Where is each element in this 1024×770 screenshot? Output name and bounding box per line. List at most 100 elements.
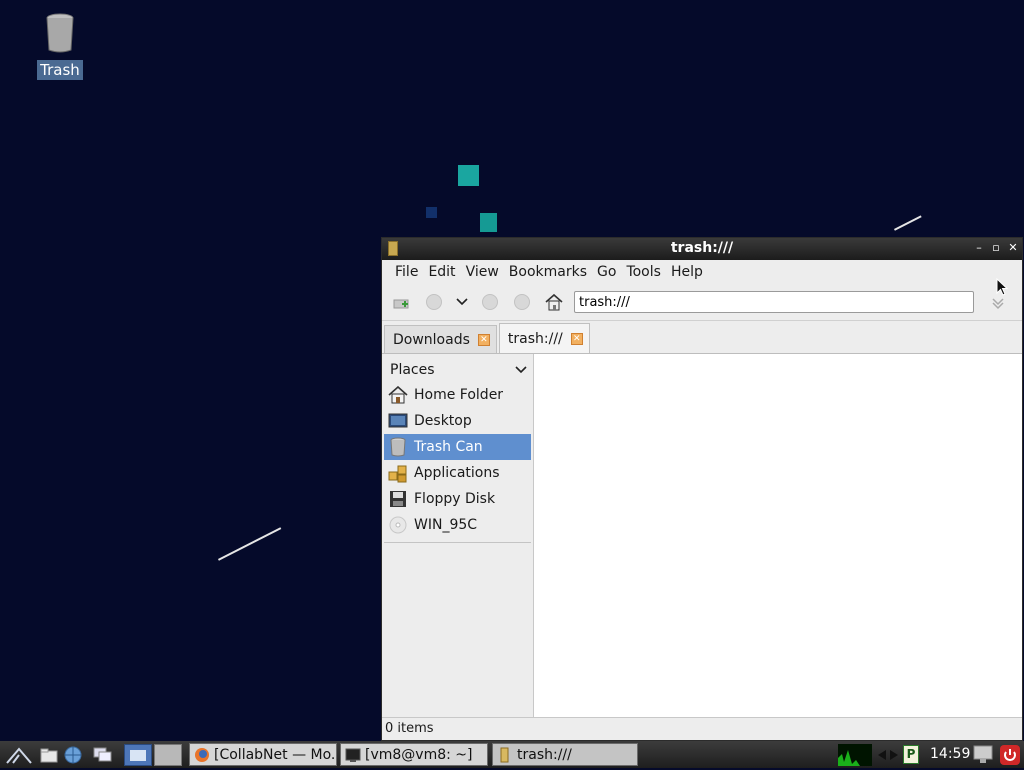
desktop-decor-square xyxy=(458,165,479,186)
content-area: Places Home Folder Desktop Trash Can App… xyxy=(382,354,1022,718)
start-menu-button[interactable] xyxy=(4,744,34,766)
keyboard-layout-tray[interactable]: P xyxy=(903,745,919,764)
forward-button[interactable] xyxy=(476,288,504,316)
go-arrow-icon xyxy=(992,298,1004,310)
menu-edit[interactable]: Edit xyxy=(423,264,460,280)
screen-lock-tray[interactable] xyxy=(973,745,993,764)
history-dropdown-button[interactable] xyxy=(452,288,472,316)
tab-close-icon[interactable]: ✕ xyxy=(477,333,490,346)
new-tab-icon xyxy=(393,299,409,309)
lxde-menu-icon xyxy=(6,747,32,764)
network-icon xyxy=(878,750,898,760)
terminal-icon xyxy=(345,748,361,762)
back-button[interactable] xyxy=(420,288,448,316)
cpu-graph-icon xyxy=(838,750,860,766)
address-bar-input[interactable] xyxy=(574,291,974,313)
task-button-terminal[interactable]: [vm8@vm8: ~] xyxy=(340,743,488,766)
sidebar-item-home-folder[interactable]: Home Folder xyxy=(384,382,531,408)
sidebar-item-label: Desktop xyxy=(414,413,472,429)
sidebar-item-label: Home Folder xyxy=(414,387,504,403)
chevron-down-icon xyxy=(515,366,527,374)
tab-label: trash:/// xyxy=(507,330,563,347)
sidebar-item-desktop[interactable]: Desktop xyxy=(384,408,531,434)
up-icon xyxy=(514,294,530,310)
power-icon xyxy=(1004,749,1016,761)
chevron-down-icon xyxy=(456,298,468,306)
sidebar-item-applications[interactable]: Applications xyxy=(384,460,531,486)
desktop-decor-line xyxy=(894,215,922,231)
desktop-pager-2[interactable] xyxy=(154,744,182,766)
firefox-icon xyxy=(195,747,209,762)
desktop-trash-label: Trash xyxy=(37,60,83,80)
logout-button[interactable] xyxy=(1000,745,1020,765)
workspace-thumb xyxy=(130,749,146,761)
sidebar-item-label: Trash Can xyxy=(414,439,483,455)
monitor-icon xyxy=(973,745,993,763)
up-button[interactable] xyxy=(508,288,536,316)
sidebar-divider xyxy=(384,542,531,543)
menu-view[interactable]: View xyxy=(461,264,504,280)
sidebar-header-label: Places xyxy=(390,362,435,378)
task-button-firefox[interactable]: [CollabNet — Mo... xyxy=(189,743,337,766)
menu-help[interactable]: Help xyxy=(666,264,708,280)
floppy-disk-icon xyxy=(388,489,408,509)
home-button[interactable] xyxy=(540,288,568,316)
home-icon xyxy=(545,293,563,311)
tab-trash[interactable]: trash:/// ✕ xyxy=(498,323,590,353)
task-button-file-manager[interactable]: trash:/// xyxy=(492,743,638,766)
menubar: File Edit View Bookmarks Go Tools Help xyxy=(382,260,1022,284)
browser-launcher[interactable] xyxy=(62,744,84,766)
sidebar-item-label: Applications xyxy=(414,465,500,481)
sidebar-item-trash-can[interactable]: Trash Can xyxy=(384,434,531,460)
folder-icon xyxy=(40,748,58,763)
file-manager-window: trash:/// – ▫ ✕ File Edit View Bookmarks… xyxy=(381,237,1023,741)
desktop-decor-square xyxy=(426,207,437,218)
network-tray[interactable] xyxy=(876,746,900,764)
windows-icon xyxy=(93,747,112,762)
menu-go[interactable]: Go xyxy=(592,264,621,280)
desktop-icon xyxy=(388,411,408,431)
tab-bar: Downloads ✕ trash:/// ✕ xyxy=(382,321,1022,354)
menu-tools[interactable]: Tools xyxy=(621,264,666,280)
trash-icon xyxy=(388,437,408,457)
status-text: 0 items xyxy=(385,721,434,736)
sidebar-item-label: WIN_95C xyxy=(414,517,478,533)
file-manager-launcher[interactable] xyxy=(38,744,60,766)
back-icon xyxy=(426,294,442,310)
desktop-pager-1[interactable] xyxy=(124,744,152,766)
cpu-monitor[interactable] xyxy=(838,744,872,766)
menu-bookmarks[interactable]: Bookmarks xyxy=(504,264,592,280)
sidebar-item-floppy-disk[interactable]: Floppy Disk xyxy=(384,486,531,512)
maximize-button[interactable]: ▫ xyxy=(991,241,1001,255)
mouse-cursor-icon xyxy=(996,278,1008,296)
window-title: trash:/// xyxy=(670,240,734,256)
desktop-trash[interactable]: Trash xyxy=(36,12,84,80)
task-label: [CollabNet — Mo... xyxy=(214,746,337,763)
window-switcher-button[interactable] xyxy=(92,744,114,766)
folder-icon xyxy=(500,747,509,762)
tab-downloads[interactable]: Downloads ✕ xyxy=(384,325,497,353)
home-icon xyxy=(388,385,408,405)
minimize-button[interactable]: – xyxy=(974,241,984,255)
task-label: [vm8@vm8: ~] xyxy=(365,746,473,763)
toolbar xyxy=(382,284,1022,321)
forward-icon xyxy=(482,294,498,310)
status-bar: 0 items xyxy=(382,717,1022,740)
clock[interactable]: 14:59 xyxy=(930,746,970,762)
new-tab-button[interactable] xyxy=(388,288,416,316)
file-list-area[interactable] xyxy=(534,354,1022,718)
tab-label: Downloads xyxy=(393,331,470,348)
cdrom-icon xyxy=(388,515,408,535)
sidebar-item-label: Floppy Disk xyxy=(414,491,496,507)
tab-close-icon[interactable]: ✕ xyxy=(570,332,583,345)
desktop-decor-line xyxy=(218,527,282,561)
menu-file[interactable]: File xyxy=(390,264,423,280)
sidebar-item-win-95c[interactable]: WIN_95C xyxy=(384,512,531,538)
close-button[interactable]: ✕ xyxy=(1008,241,1018,255)
trash-icon xyxy=(46,13,74,53)
window-titlebar[interactable]: trash:/// – ▫ ✕ xyxy=(382,238,1022,260)
taskbar: [CollabNet — Mo... [vm8@vm8: ~] trash://… xyxy=(0,741,1024,768)
desktop-decor-square xyxy=(480,213,497,232)
sidebar-header[interactable]: Places xyxy=(382,358,533,382)
globe-icon xyxy=(64,746,82,764)
